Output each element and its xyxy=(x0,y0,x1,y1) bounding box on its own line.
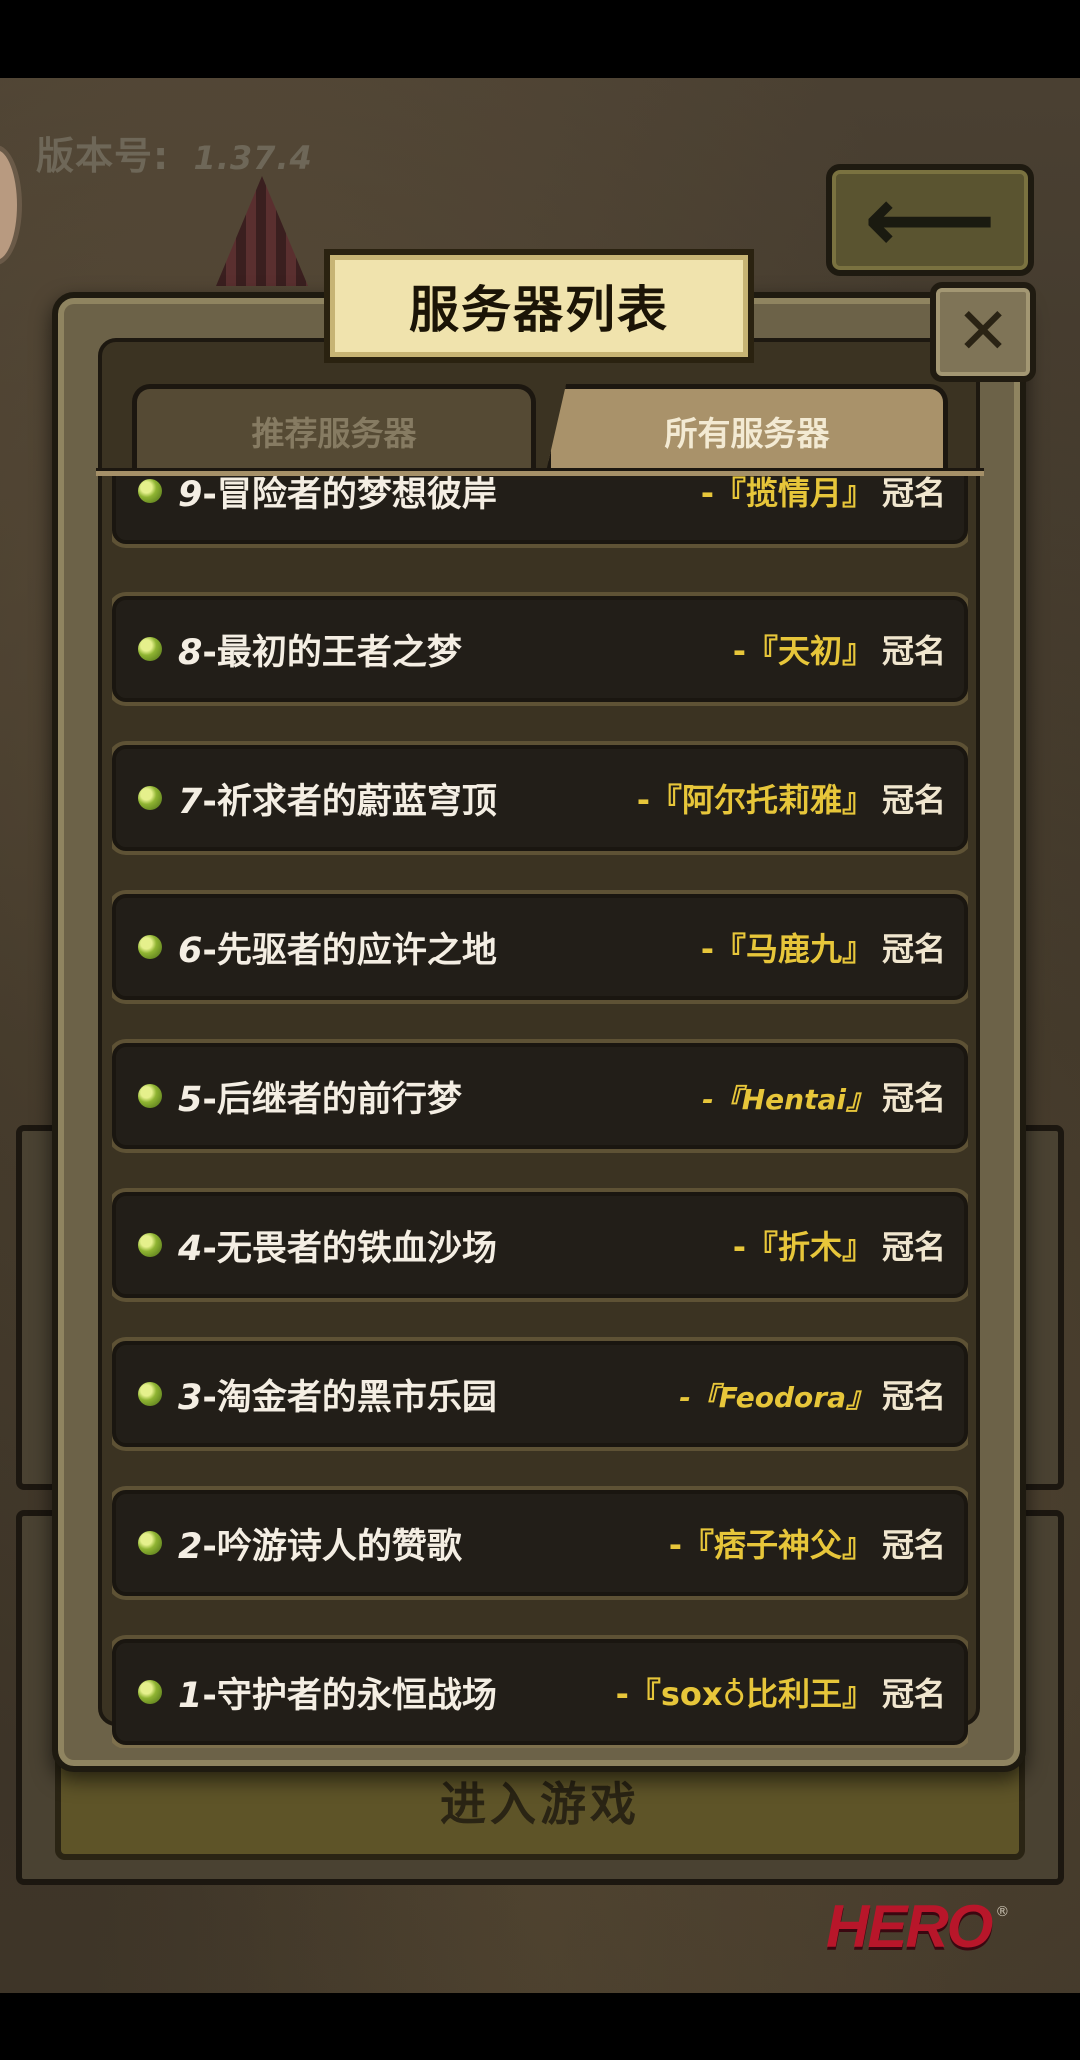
server-champion: -『Feodora』 冠名 xyxy=(679,1377,946,1415)
tab-underline xyxy=(96,468,984,476)
server-row[interactable]: 3-淘金者的黑市乐园 -『Feodora』 冠名 xyxy=(112,1341,968,1447)
enter-game-label: 进入游戏 xyxy=(440,1777,640,1831)
server-name: 7-祈求者的蔚蓝穹顶 xyxy=(178,781,497,822)
online-status-icon xyxy=(138,935,162,959)
server-name: 1-守护者的永恒战场 xyxy=(178,1675,497,1716)
online-status-icon xyxy=(138,1680,162,1704)
server-name: 8-最初的王者之梦 xyxy=(178,632,462,673)
back-button[interactable]: ⟵ xyxy=(826,164,1034,276)
server-champion: -『折木』 冠名 xyxy=(732,1228,946,1266)
server-champion: -『马鹿九』 冠名 xyxy=(700,930,946,968)
server-row[interactable]: 7-祈求者的蔚蓝穹顶 -『阿尔托莉雅』 冠名 xyxy=(112,745,968,851)
online-status-icon xyxy=(138,1531,162,1555)
server-champion: -『天初』 冠名 xyxy=(732,632,946,670)
back-arrow-icon: ⟵ xyxy=(864,166,996,273)
server-row[interactable]: 5-后继者的前行梦 -『Hentai』 冠名 xyxy=(112,1043,968,1149)
mascot-image xyxy=(192,168,332,298)
logo-registered-mark: ® xyxy=(995,1904,1010,1920)
server-row[interactable]: 9-冒险者的梦想彼岸 -『揽情月』 冠名 xyxy=(112,476,968,544)
server-name: 5-后继者的前行梦 xyxy=(178,1079,462,1120)
server-row[interactable]: 1-守护者的永恒战场 -『sox♁比利王』 冠名 xyxy=(112,1639,968,1745)
dialog-title: 服务器列表 xyxy=(409,281,669,339)
server-name: 6-先驱者的应许之地 xyxy=(178,930,497,971)
hero-logo: HERO ® xyxy=(826,1893,1036,1960)
tab-label: 所有服务器 xyxy=(664,413,830,453)
server-champion: -『阿尔托莉雅』 冠名 xyxy=(636,781,946,819)
close-icon: ✕ xyxy=(956,295,1010,369)
server-champion: -『Hentai』 冠名 xyxy=(702,1079,946,1117)
server-champion: -『sox♁比利王』 冠名 xyxy=(615,1675,946,1713)
server-champion: -『揽情月』 冠名 xyxy=(700,476,946,512)
navigation-bar xyxy=(0,1993,1080,2060)
online-status-icon xyxy=(138,637,162,661)
dialog-title-plate: 服务器列表 xyxy=(324,249,754,363)
server-champion: -『痞子神父』 冠名 xyxy=(668,1526,946,1564)
server-name: 9-冒险者的梦想彼岸 xyxy=(178,476,497,515)
online-status-icon xyxy=(138,786,162,810)
online-status-icon xyxy=(138,1084,162,1108)
server-name: 3-淘金者的黑市乐园 xyxy=(178,1377,497,1418)
server-row[interactable]: 2-吟游诗人的赞歌 -『痞子神父』 冠名 xyxy=(112,1490,968,1596)
online-status-icon xyxy=(138,1233,162,1257)
online-status-icon xyxy=(138,479,162,503)
tab-all-servers[interactable]: 所有服务器 xyxy=(546,384,948,472)
server-name: 2-吟游诗人的赞歌 xyxy=(178,1526,462,1567)
server-name: 4-无畏者的铁血沙场 xyxy=(178,1228,497,1269)
logo-text: HERO xyxy=(826,1892,993,1960)
online-status-icon xyxy=(138,1382,162,1406)
version-label: 版本号: xyxy=(36,134,170,178)
tab-label: 推荐服务器 xyxy=(251,413,417,453)
tab-recommended-servers[interactable]: 推荐服务器 xyxy=(132,384,536,472)
status-bar xyxy=(0,0,1080,78)
server-list[interactable]: 9-冒险者的梦想彼岸 -『揽情月』 冠名 8-最初的王者之梦 -『天初』 冠名 7-… xyxy=(112,476,968,1748)
close-button[interactable]: ✕ xyxy=(930,282,1036,382)
server-row[interactable]: 4-无畏者的铁血沙场 -『折木』 冠名 xyxy=(112,1192,968,1298)
server-row[interactable]: 6-先驱者的应许之地 -『马鹿九』 冠名 xyxy=(112,894,968,1000)
server-row[interactable]: 8-最初的王者之梦 -『天初』 冠名 xyxy=(112,596,968,702)
